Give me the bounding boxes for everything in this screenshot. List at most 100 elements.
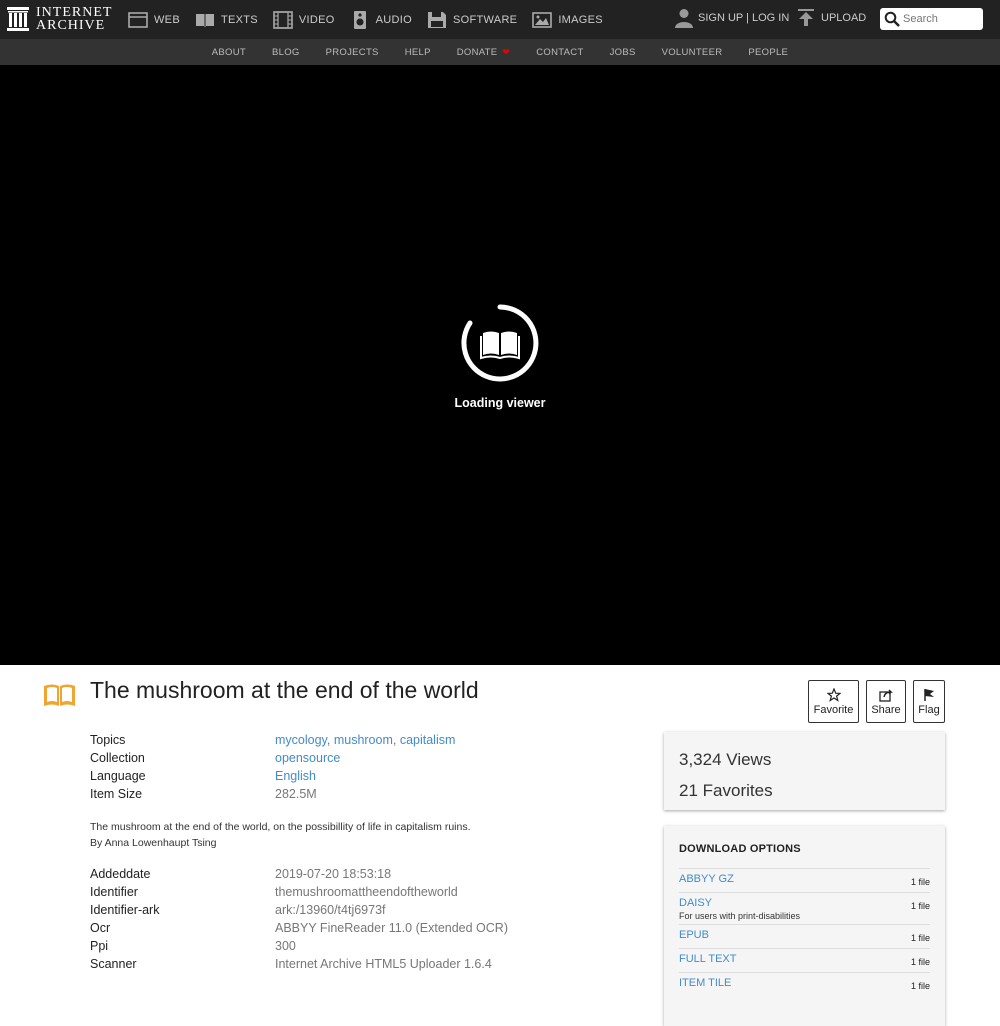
- flag-button[interactable]: Flag: [913, 680, 945, 723]
- meta-row-item-size: Item Size 282.5M: [90, 785, 455, 803]
- star-icon: [826, 687, 841, 702]
- topic-link[interactable]: mycology: [275, 733, 327, 747]
- nav-audio-label: AUDIO: [375, 13, 412, 26]
- search-box: [880, 8, 983, 30]
- subnav-donate[interactable]: DONATE ❤: [457, 47, 511, 58]
- favorites-count: 21: [679, 781, 698, 800]
- main-nav: WEB TEXTS VIDEO AUDIO SOFTWARE IMAGES: [128, 0, 618, 39]
- book-viewer[interactable]: Loading viewer: [0, 65, 1000, 665]
- download-link[interactable]: DAISY: [679, 897, 930, 909]
- top-bar: INTERNET ARCHIVE WEB TEXTS VIDEO AUDIO S…: [0, 0, 1000, 39]
- download-options-heading: DOWNLOAD OPTIONS: [679, 843, 801, 855]
- nav-software-label: SOFTWARE: [453, 13, 518, 26]
- search-icon[interactable]: [884, 11, 900, 27]
- download-row-daisy: DAISY For users with print-disabilities …: [679, 892, 930, 924]
- meta-value: 300: [275, 939, 296, 953]
- nav-video-label: VIDEO: [298, 13, 335, 26]
- meta-key: Identifier: [90, 885, 138, 899]
- loading-spinner-icon: [461, 304, 539, 382]
- topic-link[interactable]: capitalism: [400, 733, 456, 747]
- topic-link[interactable]: mushroom: [334, 733, 393, 747]
- upload-icon: [798, 9, 814, 26]
- meta-row-addeddate: Addeddate 2019-07-20 18:53:18: [90, 865, 508, 883]
- logo-line-2: ARCHIVE: [36, 18, 106, 33]
- collection-value: opensource: [275, 749, 340, 767]
- sign-up-log-in-link[interactable]: SIGN UP | LOG IN: [675, 8, 789, 28]
- views-label: Views: [726, 750, 772, 769]
- download-row-full-text: FULL TEXT 1 file: [679, 948, 930, 972]
- flag-label: Flag: [918, 703, 940, 716]
- internet-archive-logo[interactable]: INTERNET ARCHIVE: [6, 5, 112, 33]
- images-icon: [532, 11, 553, 28]
- texts-book-icon: [44, 684, 75, 706]
- topics-value: mycology, mushroom, capitalism: [275, 733, 456, 747]
- nav-audio[interactable]: AUDIO: [350, 10, 412, 29]
- share-button[interactable]: Share: [866, 680, 906, 723]
- meta-key: Language: [90, 769, 146, 783]
- account-label: SIGN UP | LOG IN: [698, 12, 790, 24]
- flag-icon: [924, 688, 934, 701]
- favorites-label: Favorites: [702, 781, 773, 800]
- item-description: The mushroom at the end of the world, on…: [90, 820, 471, 851]
- meta-key: Identifier-ark: [90, 903, 160, 917]
- heart-icon: ❤: [502, 46, 511, 57]
- archive-temple-icon: [7, 7, 29, 31]
- nav-software[interactable]: SOFTWARE: [427, 11, 517, 29]
- download-link[interactable]: ITEM TILE: [679, 977, 930, 989]
- meta-key: Ppi: [90, 939, 109, 953]
- subnav-about[interactable]: ABOUT: [212, 47, 246, 58]
- favorite-button[interactable]: Favorite: [808, 680, 859, 723]
- share-label: Share: [871, 703, 901, 716]
- favorites-stat: 21 Favorites: [679, 775, 930, 806]
- meta-row-ppi: Ppi 300: [90, 937, 508, 955]
- texts-icon: [195, 13, 214, 27]
- meta-value: 2019-07-20 18:53:18: [275, 867, 392, 881]
- download-row-item-tile: ITEM TILE 1 file: [679, 972, 930, 996]
- upload-label: UPLOAD: [821, 12, 867, 24]
- subnav-contact[interactable]: CONTACT: [536, 47, 583, 58]
- loading-viewer-text: Loading viewer: [454, 396, 546, 410]
- download-link[interactable]: EPUB: [679, 929, 930, 941]
- nav-texts[interactable]: TEXTS: [195, 11, 258, 29]
- meta-value: ABBYY FineReader 11.0 (Extended OCR): [275, 921, 508, 935]
- subnav-volunteer[interactable]: VOLUNTEER: [662, 47, 723, 58]
- upload-link[interactable]: UPLOAD: [797, 8, 866, 28]
- subnav-people[interactable]: PEOPLE: [748, 47, 788, 58]
- meta-row-identifier: Identifier themushroomattheendoftheworld: [90, 883, 508, 901]
- metadata-bottom: Addeddate 2019-07-20 18:53:18 Identifier…: [90, 865, 508, 973]
- subnav-jobs[interactable]: JOBS: [610, 47, 636, 58]
- description-line: The mushroom at the end of the world, on…: [90, 821, 471, 833]
- meta-row-scanner: Scanner Internet Archive HTML5 Uploader …: [90, 955, 508, 973]
- user-icon: [675, 9, 693, 28]
- subnav-projects[interactable]: PROJECTS: [326, 47, 379, 58]
- subnav-blog[interactable]: BLOG: [272, 47, 300, 58]
- metadata-top: Topics mycology, mushroom, capitalism Co…: [90, 731, 455, 803]
- nav-video[interactable]: VIDEO: [273, 10, 335, 29]
- meta-key: Topics: [90, 733, 126, 747]
- search-input[interactable]: [903, 13, 981, 25]
- download-subtext: For users with print-disabilities: [679, 911, 801, 921]
- nav-images-label: IMAGES: [558, 13, 603, 26]
- download-options-panel: DOWNLOAD OPTIONS ABBYY GZ 1 file DAISY F…: [664, 826, 945, 1026]
- description-author: By Anna Lowenhaupt Tsing: [90, 836, 217, 849]
- item-actions: Favorite Share Flag: [808, 680, 945, 723]
- download-link[interactable]: ABBYY GZ: [679, 873, 930, 885]
- nav-images[interactable]: IMAGES: [532, 11, 603, 29]
- subnav-help[interactable]: HELP: [405, 47, 431, 58]
- download-link[interactable]: FULL TEXT: [679, 953, 930, 965]
- meta-value: Internet Archive HTML5 Uploader 1.6.4: [275, 957, 492, 971]
- meta-row-ocr: Ocr ABBYY FineReader 11.0 (Extended OCR): [90, 919, 508, 937]
- video-icon: [273, 10, 293, 29]
- nav-web[interactable]: WEB: [128, 11, 180, 29]
- meta-value: ark:/13960/t4tj6973f: [275, 903, 386, 917]
- nav-texts-label: TEXTS: [220, 13, 258, 26]
- download-row-epub: EPUB 1 file: [679, 924, 930, 948]
- software-icon: [428, 11, 446, 28]
- views-stat: 3,324 Views: [679, 744, 930, 775]
- meta-value: themushroomattheendoftheworld: [275, 885, 458, 899]
- language-link[interactable]: English: [275, 769, 316, 783]
- web-icon: [128, 11, 148, 28]
- language-value: English: [275, 767, 316, 785]
- collection-link[interactable]: opensource: [275, 751, 340, 765]
- meta-key: Item Size: [90, 787, 143, 801]
